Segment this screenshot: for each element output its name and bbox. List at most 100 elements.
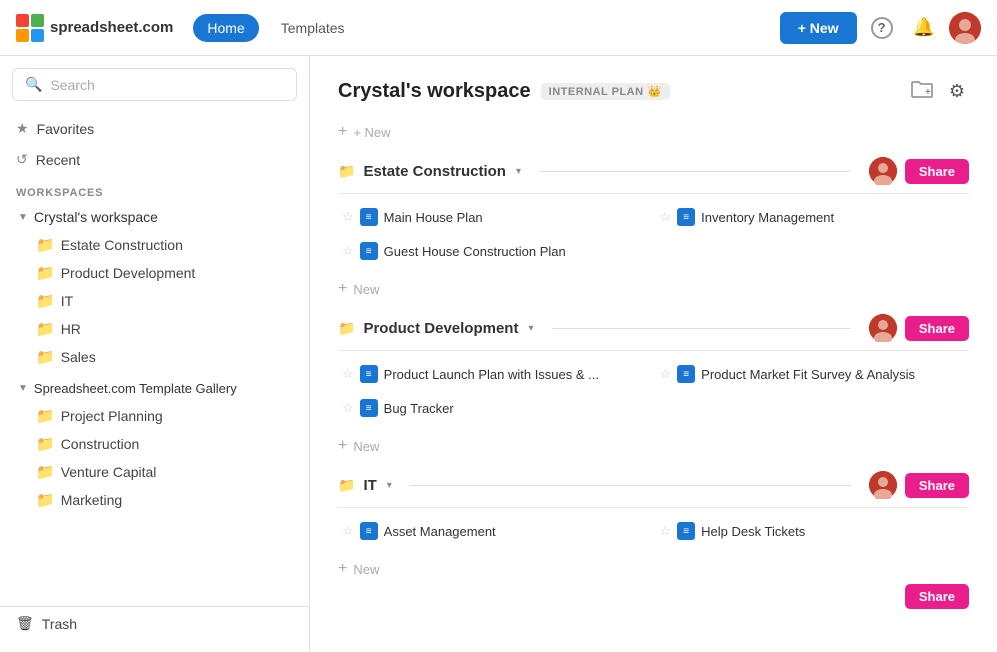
- plus-icon: +: [338, 123, 347, 141]
- avatar[interactable]: [949, 12, 981, 44]
- sidebar-item-favorites[interactable]: ★ Favorites: [0, 113, 309, 144]
- sheet-item[interactable]: ☆ ≡ Main House Plan: [338, 202, 652, 232]
- add-folder-button[interactable]: +: [907, 76, 937, 107]
- it-share-button[interactable]: Share: [905, 473, 969, 498]
- bell-icon: 🔔: [913, 17, 935, 38]
- gallery-folder-venture[interactable]: 📁 Venture Capital: [0, 458, 309, 486]
- it-folder-header: 📁 IT ▾ Share: [338, 461, 969, 508]
- gallery-name: Spreadsheet.com Template Gallery: [34, 381, 237, 396]
- folder-label: HR: [61, 321, 81, 337]
- sheet-item[interactable]: ☆ ≡ Guest House Construction Plan: [338, 236, 652, 266]
- product-items-grid: ☆ ≡ Product Launch Plan with Issues & ..…: [338, 351, 969, 431]
- notification-button[interactable]: 🔔: [907, 11, 941, 44]
- favorites-label: Favorites: [37, 121, 95, 137]
- search-input[interactable]: 🔍 Search: [12, 68, 297, 101]
- add-folder-icon: +: [911, 82, 933, 102]
- sheet-item[interactable]: ☆ ≡ Bug Tracker: [338, 393, 652, 423]
- bottom-strip: Share: [310, 584, 997, 617]
- item-name: Inventory Management: [701, 210, 834, 225]
- sheet-item[interactable]: ☆ ≡ Inventory Management: [656, 202, 970, 232]
- star-icon[interactable]: ☆: [660, 523, 672, 539]
- star-icon[interactable]: ☆: [660, 366, 672, 382]
- item-name: Bug Tracker: [384, 401, 454, 416]
- product-avatar: [869, 314, 897, 342]
- gallery-folder-planning[interactable]: 📁 Project Planning: [0, 402, 309, 430]
- gallery-folder-marketing[interactable]: 📁 Marketing: [0, 486, 309, 514]
- gallery-folder-label: Construction: [61, 436, 140, 452]
- new-label: New: [353, 562, 379, 577]
- svg-text:+: +: [925, 87, 931, 98]
- chevron-icon: ▾: [528, 323, 533, 334]
- folder-icon: 📁: [36, 407, 55, 425]
- plus-icon: +: [338, 560, 347, 578]
- workspace-title: Crystal's workspace: [338, 80, 531, 103]
- sidebar-item-recent[interactable]: ↺ Recent: [0, 144, 309, 175]
- star-icon[interactable]: ☆: [342, 400, 354, 416]
- sidebar-folder-estate[interactable]: 📁 Estate Construction: [0, 231, 309, 259]
- logo-icon: [16, 14, 44, 42]
- settings-button[interactable]: ⚙: [945, 77, 969, 106]
- workspaces-section-label: WORKSPACES: [0, 175, 309, 203]
- new-item-row-estate[interactable]: + New: [310, 274, 997, 304]
- new-item-row-it[interactable]: + New: [310, 554, 997, 584]
- workspace-badge: INTERNAL PLAN 👑: [541, 83, 670, 100]
- star-icon[interactable]: ☆: [342, 243, 354, 259]
- it-folder-name: IT: [363, 477, 376, 494]
- product-share-button[interactable]: Share: [905, 316, 969, 341]
- sidebar-folder-product[interactable]: 📁 Product Development: [0, 259, 309, 287]
- sheet-icon: ≡: [677, 208, 695, 226]
- bottom-share-button[interactable]: Share: [905, 584, 969, 609]
- sheet-item[interactable]: ☆ ≡ Help Desk Tickets: [656, 516, 970, 546]
- logo-text: spreadsheet.com: [50, 19, 173, 36]
- nav-templates-button[interactable]: Templates: [267, 14, 359, 42]
- star-icon[interactable]: ☆: [660, 209, 672, 225]
- new-item-row-product[interactable]: + New: [310, 431, 997, 461]
- workspace-actions: + ⚙: [907, 76, 969, 107]
- new-label: New: [353, 282, 379, 297]
- sidebar-folder-sales[interactable]: 📁 Sales: [0, 343, 309, 371]
- sheet-icon: ≡: [677, 522, 695, 540]
- chevron-down-icon: ▼: [18, 383, 28, 394]
- star-icon: ★: [16, 120, 29, 137]
- sheet-icon: ≡: [360, 522, 378, 540]
- template-gallery-toggle[interactable]: ▼ Spreadsheet.com Template Gallery: [0, 375, 309, 402]
- item-name: Product Market Fit Survey & Analysis: [701, 367, 915, 382]
- gallery-folder-label: Marketing: [61, 492, 122, 508]
- star-icon[interactable]: ☆: [342, 209, 354, 225]
- sidebar-folder-it[interactable]: 📁 IT: [0, 287, 309, 315]
- sidebar: 🔍 Search ★ Favorites ↺ Recent WORKSPACES…: [0, 56, 310, 652]
- logo: spreadsheet.com: [16, 14, 173, 42]
- new-label: + New: [353, 125, 390, 140]
- help-button[interactable]: ?: [865, 11, 899, 45]
- plus-icon: +: [338, 280, 347, 298]
- nav-home-button[interactable]: Home: [193, 14, 258, 42]
- gallery-folder-construction[interactable]: 📁 Construction: [0, 430, 309, 458]
- sheet-item[interactable]: ☆ ≡ Product Launch Plan with Issues & ..…: [338, 359, 652, 389]
- crystals-workspace-toggle[interactable]: ▼ Crystal's workspace: [0, 203, 309, 231]
- new-item-row-top[interactable]: + + New: [310, 117, 997, 147]
- item-name: Asset Management: [384, 524, 496, 539]
- star-icon[interactable]: ☆: [342, 523, 354, 539]
- folder-label: Product Development: [61, 265, 196, 281]
- help-icon: ?: [871, 17, 893, 39]
- star-icon[interactable]: ☆: [342, 366, 354, 382]
- estate-items-grid: ☆ ≡ Main House Plan ☆ ≡ Inventory Manage…: [338, 194, 969, 274]
- folder-icon: 📁: [36, 236, 55, 254]
- new-button[interactable]: + New: [780, 12, 857, 44]
- sheet-item[interactable]: ☆ ≡ Product Market Fit Survey & Analysis: [656, 359, 970, 389]
- sheet-item[interactable]: ☆ ≡ Asset Management: [338, 516, 652, 546]
- gear-icon: ⚙: [949, 81, 965, 101]
- product-folder-name: Product Development: [363, 320, 518, 337]
- recent-label: Recent: [36, 152, 80, 168]
- sidebar-folder-hr[interactable]: 📁 HR: [0, 315, 309, 343]
- main-content: Crystal's workspace INTERNAL PLAN 👑 +: [310, 56, 997, 652]
- header: spreadsheet.com Home Templates + New ? 🔔: [0, 0, 997, 56]
- trash-label: Trash: [42, 616, 77, 632]
- plus-icon: +: [338, 437, 347, 455]
- search-icon: 🔍: [25, 76, 42, 93]
- estate-folder-header: 📁 Estate Construction ▾ Share: [338, 147, 969, 194]
- estate-share-button[interactable]: Share: [905, 159, 969, 184]
- product-folder-header: 📁 Product Development ▾ Share: [338, 304, 969, 351]
- folder-icon: 📁: [36, 491, 55, 509]
- sidebar-item-trash[interactable]: 🗑 Trash: [0, 606, 309, 640]
